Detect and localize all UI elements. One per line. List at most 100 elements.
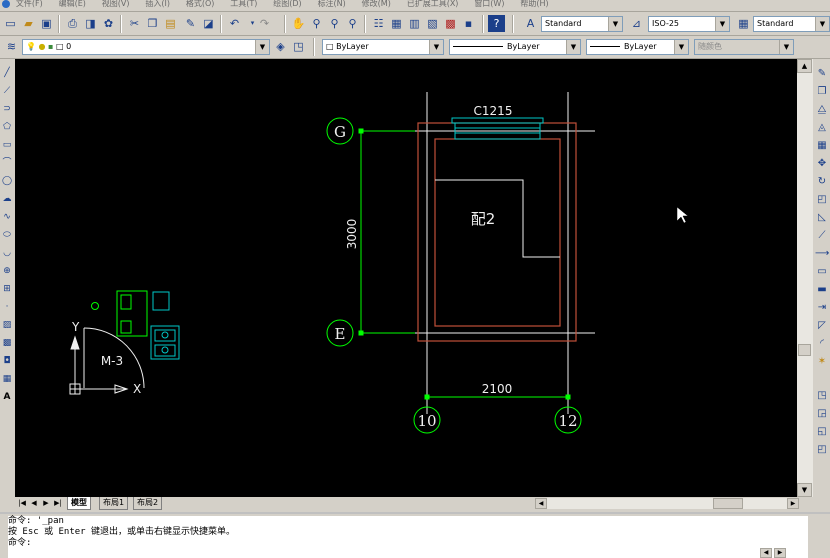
color-select[interactable]: □ ByLayer ▼: [322, 39, 444, 55]
tab-model[interactable]: 模型: [67, 497, 91, 510]
text-front-icon[interactable]: ◰: [815, 443, 829, 457]
send-back-icon[interactable]: ◱: [815, 425, 829, 439]
cut-icon[interactable]: ✂: [126, 15, 143, 32]
text-style-select[interactable]: Standard ▼: [541, 16, 623, 32]
command-scroll-right-icon[interactable]: ▶: [774, 548, 786, 558]
polyline-icon[interactable]: ⊃: [1, 103, 13, 116]
copy-object-icon[interactable]: ❐: [815, 85, 829, 99]
point-icon[interactable]: ·: [1, 301, 13, 314]
menu-help[interactable]: 帮助(H): [520, 0, 548, 8]
menu-file[interactable]: 文件(F): [16, 0, 43, 8]
extend-icon[interactable]: ⟶: [815, 247, 829, 261]
help-icon[interactable]: ?: [488, 15, 505, 32]
scroll-up-icon[interactable]: ▲: [797, 59, 812, 73]
break-at-point-icon[interactable]: ▭: [815, 265, 829, 279]
print-icon[interactable]: ⎙: [64, 15, 81, 32]
chamfer-icon[interactable]: ◸: [815, 319, 829, 333]
arc-icon[interactable]: ⌒: [1, 157, 13, 170]
insert-block-icon[interactable]: ⊕: [1, 265, 13, 278]
command-scroll-left-icon[interactable]: ◀: [760, 548, 772, 558]
explode-icon[interactable]: ✶: [815, 355, 829, 369]
menu-modify[interactable]: 修改(M): [362, 0, 391, 8]
open-icon[interactable]: ▰: [20, 15, 37, 32]
scroll-right-icon[interactable]: ▶: [787, 498, 799, 509]
menu-draw[interactable]: 绘图(D): [273, 0, 301, 8]
menu-view[interactable]: 视图(V): [102, 0, 130, 8]
dim-style-select[interactable]: ISO-25 ▼: [648, 16, 730, 32]
erase-icon[interactable]: ✎: [815, 67, 829, 81]
layer-previous-icon[interactable]: ◳: [290, 38, 307, 55]
draw-order-icon[interactable]: ◳: [815, 389, 829, 403]
array-icon[interactable]: ▦: [815, 139, 829, 153]
lineweight-select[interactable]: ByLayer ▼: [586, 39, 689, 55]
new-icon[interactable]: ▭: [2, 15, 19, 32]
redo-icon[interactable]: ↷: [256, 15, 273, 32]
bring-front-icon[interactable]: ◲: [815, 407, 829, 421]
layer-manager-icon[interactable]: ≋: [3, 38, 20, 55]
vertical-scrollbar[interactable]: ▲ ▼: [797, 59, 813, 497]
menu-insert[interactable]: 插入(I): [145, 0, 170, 8]
next-tab-icon[interactable]: ▶: [41, 498, 51, 509]
preview-icon[interactable]: ◨: [82, 15, 99, 32]
calculator-icon[interactable]: ▪: [460, 15, 477, 32]
save-icon[interactable]: ▣: [38, 15, 55, 32]
markup-icon[interactable]: ▩: [442, 15, 459, 32]
table-style-select[interactable]: Standard ▼: [753, 16, 830, 32]
hatch-icon[interactable]: ▨: [1, 319, 13, 332]
match-properties-icon[interactable]: ✎: [182, 15, 199, 32]
last-tab-icon[interactable]: ▶|: [53, 498, 63, 509]
menu-tools[interactable]: 工具(T): [230, 0, 257, 8]
mirror-icon[interactable]: ⧋: [815, 103, 829, 117]
layer-select[interactable]: 💡 ● ▪ □ 0 ▼: [22, 39, 270, 55]
block-editor-icon[interactable]: ◪: [200, 15, 217, 32]
pan-icon[interactable]: ✋: [290, 15, 307, 32]
menu-format[interactable]: 格式(O): [186, 0, 215, 8]
join-icon[interactable]: ⇥: [815, 301, 829, 315]
publish-icon[interactable]: ✿: [100, 15, 117, 32]
table-icon[interactable]: ▦: [1, 373, 13, 386]
drawing-canvas[interactable]: C1215 配2 3000 2100 G E 10 12 M-3 X Y: [15, 59, 797, 497]
plot-style-select[interactable]: 随颜色 ▼: [694, 39, 794, 55]
table-style-icon[interactable]: ▦: [735, 15, 752, 32]
menu-window[interactable]: 窗口(W): [474, 0, 504, 8]
design-center-icon[interactable]: ▦: [388, 15, 405, 32]
polygon-icon[interactable]: ⬠: [1, 121, 13, 134]
circle-icon[interactable]: ◯: [1, 175, 13, 188]
paste-icon[interactable]: ▤: [162, 15, 179, 32]
command-history[interactable]: 命令: '_pan 按 Esc 或 Enter 键退出，或单击右键显示快捷菜单。…: [8, 516, 808, 558]
menu-express[interactable]: 已扩展工具(X): [407, 0, 459, 8]
horizontal-scrollbar[interactable]: ◀ ▶: [535, 498, 799, 509]
line-icon[interactable]: ╱: [1, 67, 13, 80]
zoom-previous-icon[interactable]: ⚲: [344, 15, 361, 32]
scale-icon[interactable]: ◰: [815, 193, 829, 207]
move-icon[interactable]: ✥: [815, 157, 829, 171]
undo-icon[interactable]: ↶: [226, 15, 243, 32]
text-style-icon[interactable]: A: [522, 15, 539, 32]
prev-tab-icon[interactable]: ◀: [29, 498, 39, 509]
spline-icon[interactable]: ∿: [1, 211, 13, 224]
gradient-icon[interactable]: ▩: [1, 337, 13, 350]
construction-line-icon[interactable]: ⟋: [1, 85, 13, 98]
zoom-realtime-icon[interactable]: ⚲: [308, 15, 325, 32]
tool-palettes-icon[interactable]: ▥: [406, 15, 423, 32]
scroll-left-icon[interactable]: ◀: [535, 498, 547, 509]
command-prompt[interactable]: 命令:: [8, 538, 808, 549]
rotate-icon[interactable]: ↻: [815, 175, 829, 189]
zoom-window-icon[interactable]: ⚲: [326, 15, 343, 32]
horizontal-scroll-thumb[interactable]: [713, 498, 743, 509]
revision-cloud-icon[interactable]: ☁: [1, 193, 13, 206]
first-tab-icon[interactable]: |◀: [17, 498, 27, 509]
copy-icon[interactable]: ❐: [144, 15, 161, 32]
make-block-icon[interactable]: ⊞: [1, 283, 13, 296]
menu-dimension[interactable]: 标注(N): [318, 0, 346, 8]
tab-layout2[interactable]: 布局2: [133, 497, 163, 510]
properties-icon[interactable]: ☷: [370, 15, 387, 32]
menu-edit[interactable]: 编辑(E): [59, 0, 86, 8]
offset-icon[interactable]: ◬: [815, 121, 829, 135]
sheet-set-icon[interactable]: ▧: [424, 15, 441, 32]
stretch-icon[interactable]: ◺: [815, 211, 829, 225]
linetype-select[interactable]: ByLayer ▼: [449, 39, 581, 55]
trim-icon[interactable]: ⟋: [815, 229, 829, 243]
multiline-text-icon[interactable]: A: [1, 391, 13, 404]
break-icon[interactable]: ▬: [815, 283, 829, 297]
